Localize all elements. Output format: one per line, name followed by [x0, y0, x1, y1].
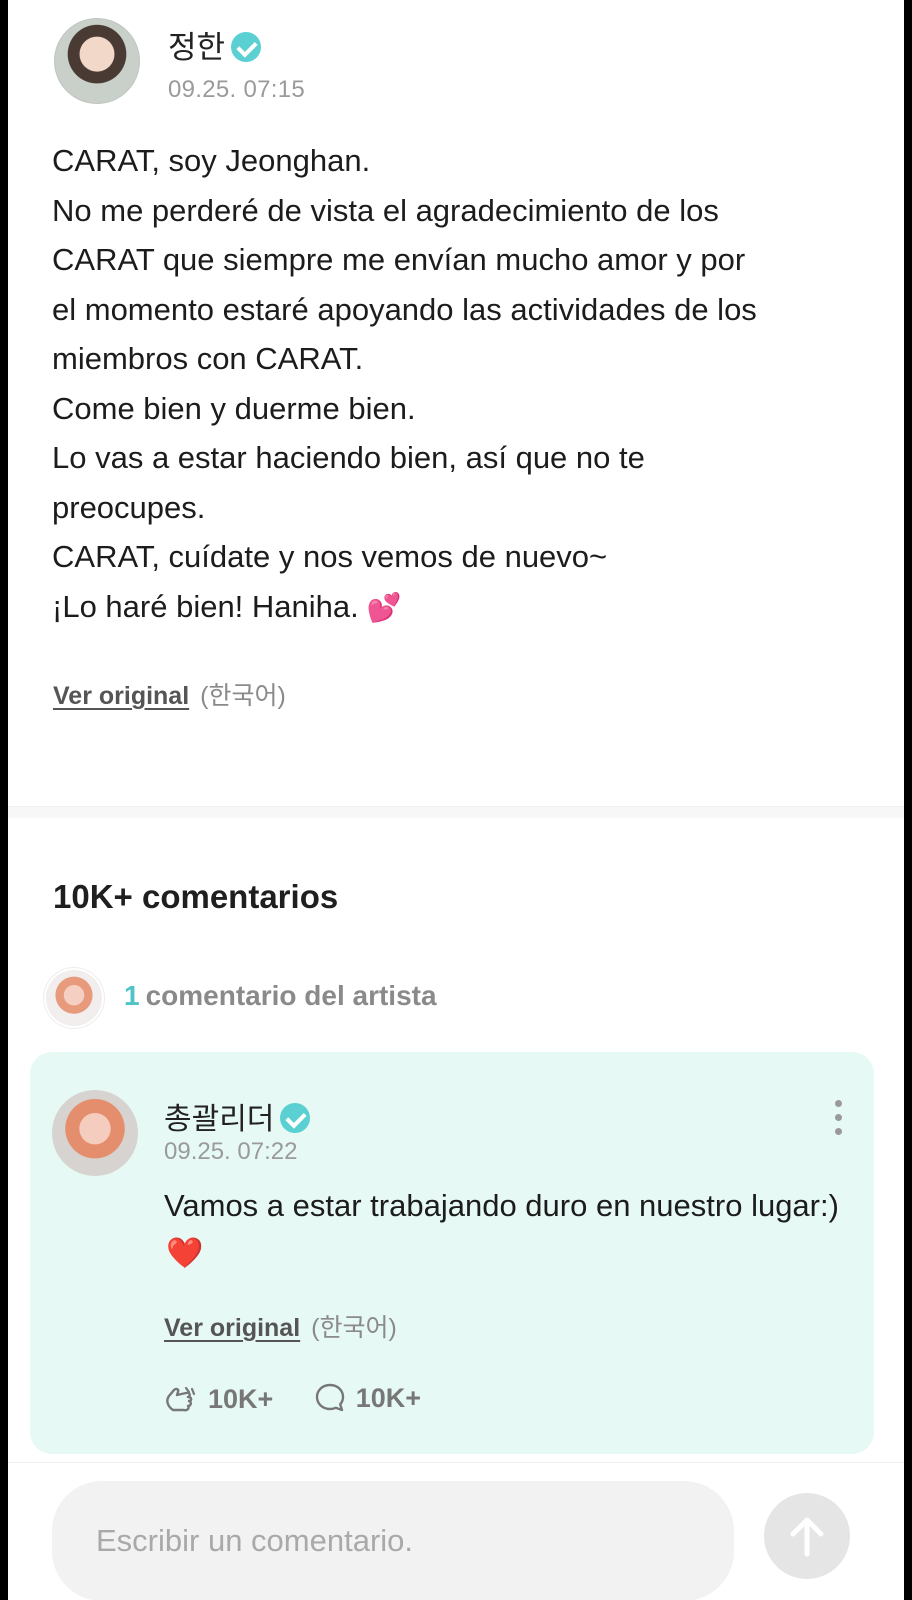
reply-count: 10K+	[355, 1382, 422, 1413]
post-line: Come bien y duerme bien.	[52, 390, 416, 426]
post-line-text: ¡Lo haré bien! Haniha.	[52, 588, 359, 624]
post-line: CARAT que siempre me envían mucho amor y…	[52, 242, 746, 277]
like-button[interactable]: 10K+	[164, 1384, 273, 1415]
two-hearts-emoji: 💕	[366, 591, 402, 623]
post-line-last: ¡Lo haré bien! Haniha. 💕	[52, 582, 872, 633]
author-name[interactable]: 정한	[168, 22, 262, 67]
comment-composer: Escribir un comentario.	[8, 1462, 904, 1600]
comment-timestamp: 09.25. 07:22	[164, 1138, 298, 1165]
see-original-link[interactable]: Ver original	[164, 1314, 300, 1342]
post-line: CARAT, soy Jeonghan.	[52, 143, 371, 178]
post-screen: 정한 09.25. 07:15 CARAT, soy Jeonghan. No …	[8, 0, 904, 1600]
author-name-text: 정한	[168, 30, 226, 65]
author-avatar[interactable]	[54, 18, 140, 104]
verified-icon	[280, 1103, 311, 1134]
verified-icon	[231, 31, 262, 62]
artist-comment-text: comentario del artista	[145, 980, 437, 1011]
comments-count: 10K+ comentarios	[53, 878, 339, 915]
original-language: (한국어)	[200, 682, 286, 710]
post-line: Lo vas a estar haciendo bien, así que no…	[52, 440, 645, 475]
post-body: CARAT, soy Jeonghan. No me perderé de vi…	[52, 136, 872, 632]
speech-bubble-icon	[315, 1383, 344, 1412]
arrow-up-icon	[790, 1517, 824, 1557]
commenter-avatar[interactable]	[52, 1090, 138, 1176]
artist-comment-card: 총괄리더 09.25. 07:22 Vamos a estar trabajan…	[30, 1052, 874, 1454]
comment-text-body: Vamos a estar trabajando duro en nuestro…	[164, 1188, 839, 1223]
comment-see-original: Ver original (한국어)	[164, 1308, 397, 1344]
comment-text: Vamos a estar trabajando duro en nuestro…	[164, 1182, 844, 1277]
post-line: miembros con CARAT.	[52, 341, 364, 376]
post-line: CARAT, cuídate y nos vemos de nuevo~	[52, 539, 608, 574]
section-divider	[8, 806, 904, 818]
more-options-icon[interactable]	[832, 1100, 844, 1140]
comment-reactions: 10K+ 10K+	[164, 1382, 457, 1418]
commenter-name-text: 총괄리더	[164, 1103, 275, 1136]
artist-comment-label: 1 comentario del artista	[124, 980, 437, 1012]
send-button[interactable]	[764, 1493, 850, 1579]
like-count: 10K+	[208, 1383, 274, 1414]
post-header: 정한 09.25. 07:15	[54, 18, 874, 106]
see-original-link[interactable]: Ver original	[53, 682, 189, 710]
artist-avatar-small	[46, 970, 102, 1026]
post-line: No me perderé de vista el agradecimiento…	[52, 192, 719, 228]
original-language: (한국어)	[311, 1314, 397, 1342]
post-see-original: Ver original (한국어)	[53, 676, 286, 712]
comment-input[interactable]: Escribir un comentario.	[52, 1481, 734, 1600]
reply-button[interactable]: 10K+	[314, 1382, 421, 1414]
like-icon	[166, 1386, 196, 1412]
artist-comment-count: 1	[124, 980, 140, 1011]
post-line: el momento estaré apoyando las actividad…	[52, 291, 757, 327]
commenter-name[interactable]: 총괄리더	[164, 1094, 311, 1138]
post-line: preocupes.	[52, 489, 206, 525]
artist-comment-summary[interactable]: 1 comentario del artista	[46, 970, 866, 1028]
red-heart-emoji: ❤️	[166, 1237, 204, 1270]
post-timestamp: 09.25. 07:15	[168, 76, 306, 103]
